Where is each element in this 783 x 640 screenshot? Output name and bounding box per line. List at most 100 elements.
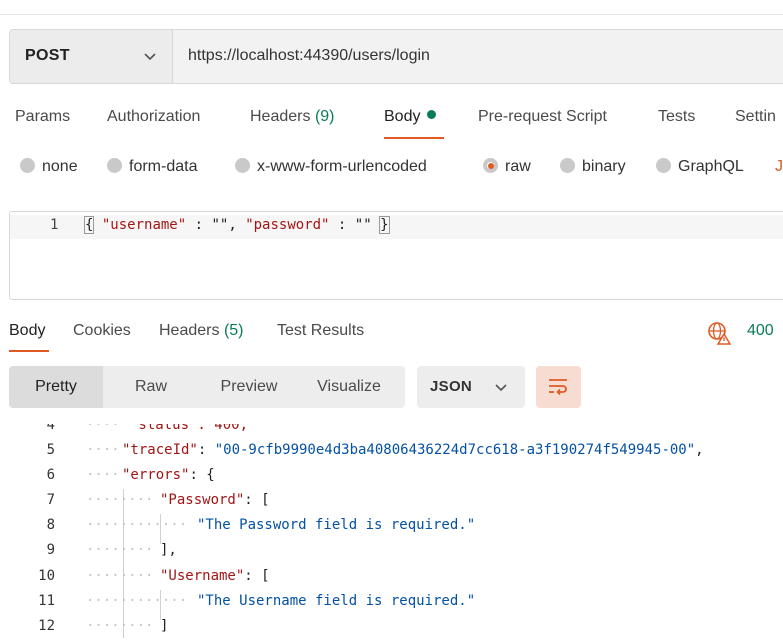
json-colon: : [186,217,212,233]
radio-raw[interactable]: raw [483,158,531,178]
line-number: 4 [46,417,55,433]
tab-headers-count: (9) [314,108,335,125]
response-tab-body[interactable]: Body [9,322,45,340]
line-number: 11 [38,593,55,609]
indent-dots: ········ [86,618,154,634]
indent-dots: ············ [86,517,188,533]
tab-pre-request-script[interactable]: Pre-request Script [478,108,607,126]
response-view-toggle: Pretty Raw Preview Visualize [9,366,405,408]
json-string: "The Password field is required." [197,517,476,533]
response-line: 10 ········ "Username": [ [0,565,783,590]
open-brace: { [83,216,95,234]
json-key: "traceId" [122,442,198,458]
response-line: 6 ···· "errors": { [0,464,783,489]
radio-circle-icon [20,158,35,173]
radio-circle-icon [235,158,250,173]
radio-circle-icon [656,158,671,173]
radio-binary-label: binary [582,158,626,175]
json-punct: : [197,442,215,458]
radio-circle-icon [107,158,122,173]
wrap-lines-button[interactable] [536,366,581,408]
tab-tests[interactable]: Tests [658,108,695,126]
view-visualize-button[interactable]: Visualize [299,366,399,408]
json-key: "password" [245,217,330,233]
response-tab-cookies[interactable]: Cookies [73,322,131,340]
radio-none[interactable]: none [20,158,78,178]
chevron-down-icon [495,384,507,392]
method-select[interactable]: POST [10,30,173,83]
response-line: 11 ············ "The Username field is r… [0,590,783,615]
line-number: 10 [38,568,55,584]
json-key: "username" [101,217,187,233]
request-body-editor[interactable]: 1 { "username" : "", "password" : "" } [9,211,783,300]
tab-authorization[interactable]: Authorization [107,108,200,126]
response-line: 4 ···· "status": 400, [0,417,783,439]
active-tab-indicator [384,137,444,139]
json-punct: : { [189,467,215,483]
view-pretty-button[interactable]: Pretty [9,366,103,408]
tab-body-label: Body [384,108,421,125]
line-number: 5 [46,442,55,458]
response-active-tab-indicator [9,350,49,352]
response-line: 8 ············ "The Password field is re… [0,514,783,539]
json-comma: , [228,217,246,233]
indent-dots: ········ [86,568,154,584]
json-value: "" [354,217,372,233]
response-tab-test-results[interactable]: Test Results [277,322,364,340]
response-line: 12 ········ ] [0,615,783,640]
json-key: "errors" [122,467,190,483]
body-type-dropdown[interactable]: J [775,158,783,176]
radio-form-data[interactable]: form-data [107,158,197,178]
response-status-code: 400 [747,322,774,339]
format-select[interactable]: JSON [417,366,525,408]
wrap-lines-icon [549,379,567,396]
view-raw-button[interactable]: Raw [103,366,199,408]
globe-error-icon [708,322,731,345]
radio-none-label: none [42,158,78,175]
json-punct: : [ [244,492,270,508]
radio-graphql[interactable]: GraphQL [656,158,744,178]
top-divider [0,14,783,15]
format-select-label: JSON [430,378,473,395]
indent-dots: ············ [86,593,188,609]
line-number: 9 [46,542,55,558]
line-number: 7 [46,492,55,508]
request-bar: POST https://localhost:44390/users/login [9,29,783,84]
json-string: "The Username field is required." [197,593,476,609]
tab-settings[interactable]: Settin [735,108,776,126]
line-number: 12 [38,618,55,634]
line-number: 1 [50,217,59,233]
json-text: "status": 400, [130,417,249,433]
line-number: 6 [46,467,55,483]
response-tab-headers[interactable]: Headers (5) [159,322,244,340]
tab-params[interactable]: Params [15,108,70,126]
radio-urlencoded-label: x-www-form-urlencoded [257,158,427,175]
json-key: "Username" [160,568,245,584]
modified-dot-icon [427,110,437,119]
json-punct: ] [160,618,169,634]
radio-raw-label: raw [505,158,531,175]
json-key: "Password" [160,492,245,508]
json-punct: , [695,442,704,458]
tab-headers[interactable]: Headers (9) [250,108,335,126]
json-value: "" [211,217,229,233]
response-tab-headers-count: (5) [223,322,244,339]
response-line: 5 ···· "traceId": "00-9cfb9990e4d3ba4080… [0,439,783,464]
response-tab-headers-label: Headers [159,322,220,339]
tab-body[interactable]: Body [384,108,437,126]
radio-graphql-label: GraphQL [678,158,744,175]
url-input[interactable]: https://localhost:44390/users/login [188,47,430,65]
radio-urlencoded[interactable]: x-www-form-urlencoded [235,158,427,178]
indent-dots: ········ [86,492,154,508]
method-label: POST [25,47,70,64]
radio-circle-icon [560,158,575,173]
radio-form-data-label: form-data [129,158,198,175]
tab-headers-label: Headers [250,108,311,125]
radio-binary[interactable]: binary [560,158,626,178]
request-body-code: { "username" : "", "password" : "" } [83,216,390,234]
json-punct: ], [160,542,177,558]
response-line: 7 ········ "Password": [ [0,489,783,514]
indent-dots: ···· [86,417,120,433]
view-preview-button[interactable]: Preview [199,366,299,408]
chevron-down-icon [144,53,156,61]
